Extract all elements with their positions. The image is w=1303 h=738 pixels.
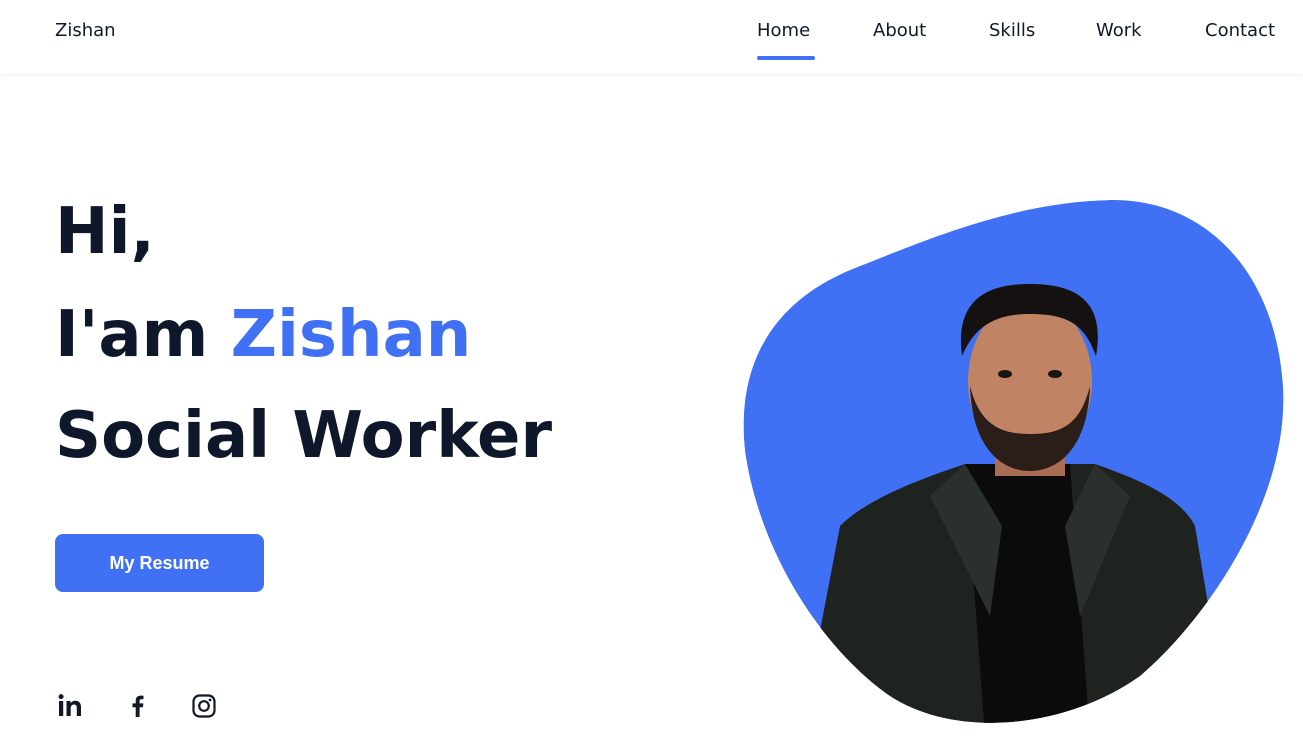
instagram-icon [192, 694, 216, 718]
hero-name: Zishan [230, 298, 472, 372]
nav-link-work[interactable]: Work [1096, 20, 1142, 41]
site-logo[interactable]: Zishan [55, 20, 116, 41]
nav-link-contact[interactable]: Contact [1205, 20, 1275, 41]
hero-title: Social Worker [55, 399, 552, 473]
nav-link-about[interactable]: About [873, 20, 926, 41]
facebook-link[interactable] [124, 692, 152, 720]
site-header: Zishan Home About Skills Work Contact [0, 0, 1303, 74]
nav-link-skills[interactable]: Skills [989, 20, 1035, 41]
hero-intro: I'am Zishan [55, 303, 471, 367]
facebook-icon [132, 695, 144, 717]
nav-link-home[interactable]: Home [757, 20, 810, 41]
hero-greeting: Hi, [55, 195, 155, 269]
instagram-link[interactable] [190, 692, 218, 720]
hero-intro-prefix: I'am [55, 298, 231, 372]
hero-portrait [740, 196, 1288, 730]
linkedin-link[interactable] [56, 692, 84, 720]
active-nav-indicator [757, 56, 815, 60]
linkedin-icon [58, 694, 81, 716]
my-resume-button[interactable]: My Resume [55, 534, 264, 592]
